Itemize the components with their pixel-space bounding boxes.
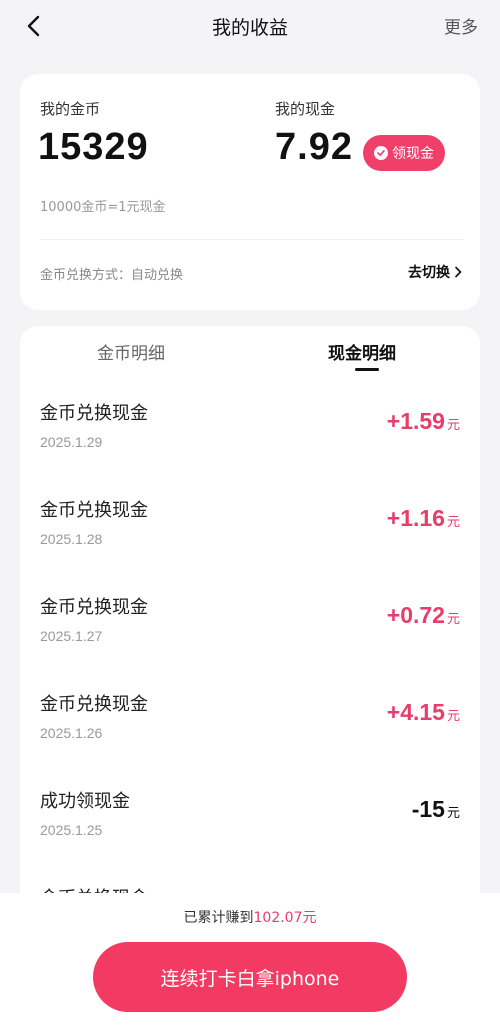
- check-in-cta-button[interactable]: 连续打卡白拿iphone: [93, 942, 407, 1012]
- divider: [40, 239, 464, 240]
- exchange-rate-text: 10000金币=1元现金: [40, 200, 166, 215]
- cash-label: 我的现金: [275, 100, 336, 118]
- switch-label: 去切换: [408, 265, 450, 281]
- transaction-title: 金币兑换现金: [40, 403, 148, 424]
- withdraw-cash-button[interactable]: 领现金: [363, 135, 445, 171]
- transaction-title: 金币兑换现金: [40, 694, 148, 715]
- transaction-date: 2025.1.29: [40, 434, 103, 450]
- transaction-date: 2025.1.27: [40, 628, 103, 644]
- transaction-date: 2025.1.25: [40, 822, 103, 838]
- list-item: 金币兑换现金 2025.1.28 +1.16 元: [20, 481, 480, 578]
- list-item: 金币兑换现金 2025.1.29 +1.59 元: [20, 384, 480, 481]
- transaction-date: 2025.1.28: [40, 531, 103, 547]
- more-button[interactable]: 更多: [444, 13, 478, 38]
- check-circle-icon: [374, 146, 388, 160]
- transaction-amount: +1.59 元: [386, 408, 460, 434]
- total-earned-value: 102.07元: [253, 910, 317, 926]
- cash-balance: 7.92: [275, 126, 353, 168]
- list-item: 金币兑换现金 2025.1.27 +0.72 元: [20, 578, 480, 675]
- exchange-mode-text: 金币兑换方式：自动兑换: [40, 268, 184, 283]
- transaction-amount: +4.15 元: [386, 699, 460, 725]
- transaction-amount: +1.16 元: [386, 505, 460, 531]
- top-bar: 我的收益 更多: [0, 0, 500, 52]
- coin-label: 我的金币: [40, 100, 101, 118]
- bottom-action-bar: 已累计赚到102.07元 连续打卡白拿iphone: [0, 893, 500, 1029]
- tab-cash-details[interactable]: 现金明细: [328, 339, 396, 364]
- chevron-right-icon: [455, 266, 462, 278]
- back-button[interactable]: [18, 10, 50, 42]
- active-tab-indicator: [355, 368, 379, 371]
- switch-mode-button[interactable]: 去切换: [408, 262, 462, 282]
- transaction-amount: -15 元: [411, 796, 460, 822]
- transaction-amount: +0.72 元: [386, 602, 460, 628]
- total-earned-label: 已累计赚到: [183, 910, 254, 926]
- earnings-summary-card: 我的金币 15329 我的现金 7.92 领现金 10000金币=1元现金 金币…: [20, 74, 480, 310]
- chevron-left-icon: [27, 15, 40, 37]
- transaction-title: 金币兑换现金: [40, 597, 148, 618]
- list-item: 金币兑换现金 2025.1.26 +4.15 元: [20, 675, 480, 772]
- transaction-date: 2025.1.26: [40, 725, 103, 741]
- withdraw-label: 领现金: [392, 146, 434, 162]
- transaction-title: 金币兑换现金: [40, 500, 148, 521]
- total-earned-text: 已累计赚到102.07元: [0, 907, 500, 927]
- transaction-list: 金币兑换现金 2025.1.29 +1.59 元 金币兑换现金 2025.1.28…: [20, 384, 480, 966]
- page-title: 我的收益: [211, 16, 288, 39]
- list-item: 成功领现金 2025.1.25 -15 元: [20, 772, 480, 869]
- coin-balance: 15329: [38, 126, 149, 168]
- transaction-title: 成功领现金: [40, 791, 130, 812]
- tab-coin-details[interactable]: 金币明细: [97, 339, 165, 364]
